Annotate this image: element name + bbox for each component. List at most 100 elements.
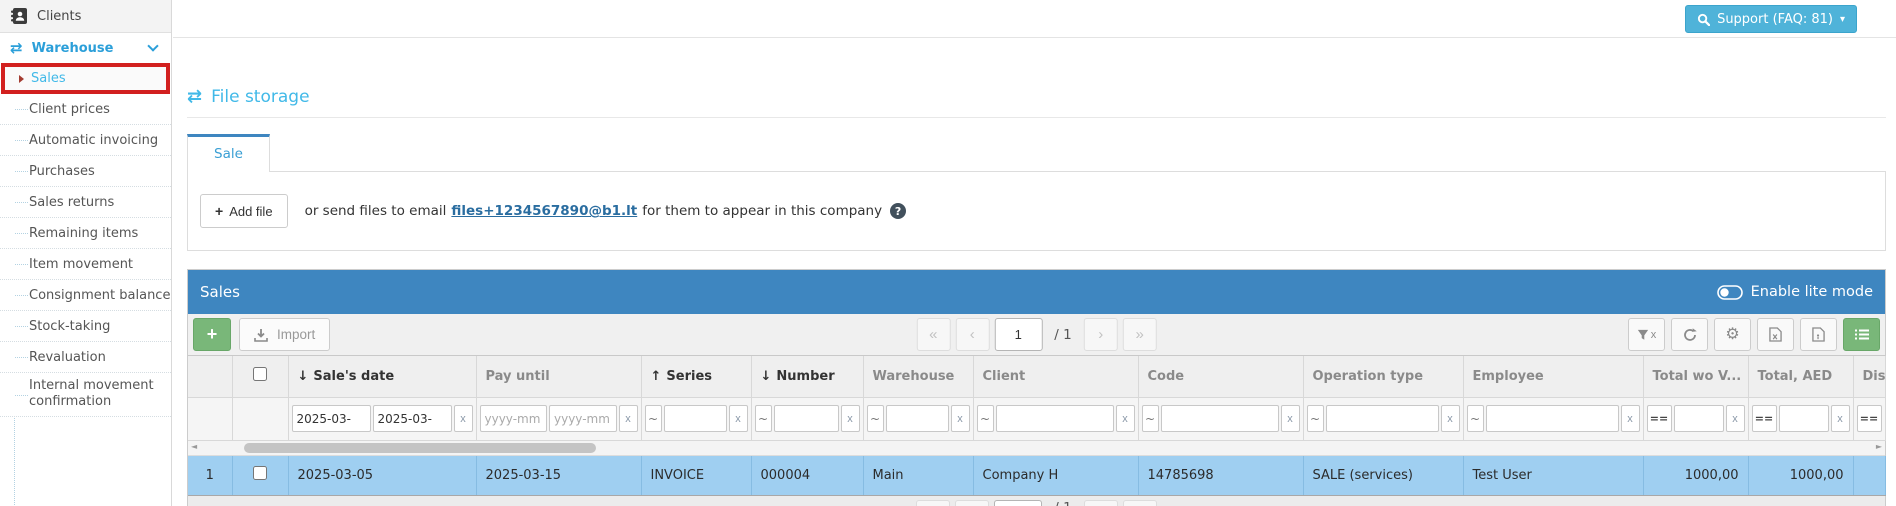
- refresh-button[interactable]: [1671, 318, 1708, 351]
- col-total-aed[interactable]: Total, AED: [1748, 356, 1853, 397]
- col-employee[interactable]: Employee: [1463, 356, 1643, 397]
- number-filter-input[interactable]: [774, 405, 839, 432]
- import-button[interactable]: Import: [239, 318, 330, 351]
- code-filter-input[interactable]: [1161, 405, 1279, 432]
- last-page-button[interactable]: »: [1123, 318, 1157, 351]
- total-aed-filter-input[interactable]: [1779, 405, 1829, 432]
- clear-filter-button[interactable]: x: [1831, 405, 1850, 432]
- cell-sales-date[interactable]: 2025-03-05: [288, 456, 476, 496]
- page-number-input[interactable]: [994, 318, 1042, 351]
- sidebar-item-revaluation[interactable]: Revaluation: [0, 342, 171, 373]
- sales-date-to-input[interactable]: [373, 405, 452, 432]
- settings-button[interactable]: ⚙: [1714, 318, 1751, 351]
- clear-filter-button[interactable]: x: [729, 405, 748, 432]
- col-pay-until[interactable]: Pay until: [476, 356, 641, 397]
- total-wo-vat-filter-input[interactable]: [1674, 405, 1724, 432]
- sidebar-item-purchases[interactable]: Purchases: [0, 156, 171, 187]
- sidebar-item-internal-movement-confirmation[interactable]: Internal movement confirmation: [0, 373, 171, 417]
- sidebar-item-remaining-items[interactable]: Remaining items: [0, 218, 171, 249]
- client-filter-input[interactable]: [996, 405, 1114, 432]
- clear-filter-button[interactable]: x: [1116, 405, 1135, 432]
- col-series[interactable]: ↑Series: [641, 356, 751, 397]
- enable-lite-mode-toggle[interactable]: Enable lite mode: [1717, 284, 1873, 300]
- first-page-button[interactable]: «: [916, 500, 950, 506]
- equals-operator[interactable]: ==: [1857, 405, 1882, 432]
- list-view-button[interactable]: [1843, 318, 1880, 351]
- sidebar-item-sales-returns[interactable]: Sales returns: [0, 187, 171, 218]
- support-button[interactable]: Support (FAQ: 81) ▾: [1685, 5, 1857, 33]
- col-operation-type[interactable]: Operation type: [1303, 356, 1463, 397]
- sales-date-from-input[interactable]: [292, 405, 371, 432]
- next-page-button[interactable]: ›: [1084, 318, 1118, 351]
- col-warehouse[interactable]: Warehouse: [863, 356, 973, 397]
- clear-filter-button[interactable]: x: [841, 405, 860, 432]
- sidebar-item-item-movement[interactable]: Item movement: [0, 249, 171, 280]
- contains-operator[interactable]: ~: [1142, 405, 1159, 432]
- select-all-checkbox[interactable]: [253, 367, 267, 381]
- employee-filter-input[interactable]: [1486, 405, 1619, 432]
- cell-warehouse[interactable]: Main: [863, 456, 973, 496]
- series-filter-input[interactable]: [664, 405, 727, 432]
- first-page-button[interactable]: «: [916, 318, 950, 351]
- cell-series[interactable]: INVOICE: [641, 456, 751, 496]
- add-sale-button[interactable]: +: [193, 318, 231, 351]
- clear-filter-button[interactable]: x: [1726, 405, 1745, 432]
- contains-operator[interactable]: ~: [1467, 405, 1484, 432]
- sidebar-item-stock-taking[interactable]: Stock-taking: [0, 311, 171, 342]
- page-number-input[interactable]: [994, 500, 1042, 506]
- sidebar-item-consignment-balance[interactable]: Consignment balance: [0, 280, 171, 311]
- contains-operator[interactable]: ~: [755, 405, 772, 432]
- row-checkbox[interactable]: [253, 466, 267, 480]
- prev-page-button[interactable]: ‹: [955, 500, 989, 506]
- contains-operator[interactable]: ~: [1307, 405, 1324, 432]
- next-page-button[interactable]: ›: [1084, 500, 1118, 506]
- clear-filter-button[interactable]: x: [1441, 405, 1460, 432]
- prev-page-button[interactable]: ‹: [955, 318, 989, 351]
- sidebar-item-client-prices[interactable]: Client prices: [0, 94, 171, 125]
- cell-number[interactable]: 000004: [751, 456, 863, 496]
- scroll-right-icon[interactable]: ►: [1876, 442, 1882, 451]
- sidebar-item-warehouse[interactable]: ⇄ Warehouse: [0, 33, 171, 63]
- cell-client[interactable]: Company H: [973, 456, 1138, 496]
- warehouse-filter-input[interactable]: [886, 405, 949, 432]
- export-excel-button[interactable]: [1757, 318, 1794, 351]
- cell-discount[interactable]: [1853, 456, 1885, 496]
- cell-pay-until[interactable]: 2025-03-15: [476, 456, 641, 496]
- export-file-button[interactable]: [1800, 318, 1837, 351]
- horizontal-scrollbar[interactable]: ◄ ►: [188, 441, 1885, 456]
- last-page-button[interactable]: »: [1123, 500, 1157, 506]
- cell-total-wo-vat[interactable]: 1000,00: [1643, 456, 1748, 496]
- sidebar-item-automatic-invoicing[interactable]: Automatic invoicing: [0, 125, 171, 156]
- clear-filter-button[interactable]: x: [951, 405, 970, 432]
- col-sales-date[interactable]: ↓Sale's date: [288, 356, 476, 397]
- clear-filters-button[interactable]: x: [1628, 318, 1665, 351]
- equals-operator[interactable]: ==: [1647, 405, 1672, 432]
- scrollbar-thumb[interactable]: [244, 443, 596, 453]
- scroll-left-icon[interactable]: ◄: [191, 442, 197, 451]
- contains-operator[interactable]: ~: [645, 405, 662, 432]
- cell-total-aed[interactable]: 1000,00: [1748, 456, 1853, 496]
- cell-operation-type[interactable]: SALE (services): [1303, 456, 1463, 496]
- clear-filter-button[interactable]: x: [454, 405, 473, 432]
- col-discount[interactable]: Dis: [1853, 356, 1885, 397]
- cell-code[interactable]: 14785698: [1138, 456, 1303, 496]
- operation-type-filter-input[interactable]: [1326, 405, 1439, 432]
- cell-employee[interactable]: Test User: [1463, 456, 1643, 496]
- col-number[interactable]: ↓Number: [751, 356, 863, 397]
- add-file-button[interactable]: + Add file: [200, 194, 288, 228]
- clear-filter-button[interactable]: x: [1621, 405, 1640, 432]
- sidebar-item-clients[interactable]: Clients: [0, 0, 171, 33]
- contains-operator[interactable]: ~: [977, 405, 994, 432]
- question-circle-icon[interactable]: ?: [890, 203, 906, 219]
- col-code[interactable]: Code: [1138, 356, 1303, 397]
- col-client[interactable]: Client: [973, 356, 1138, 397]
- clear-filter-button[interactable]: x: [619, 405, 638, 432]
- equals-operator[interactable]: ==: [1752, 405, 1777, 432]
- tab-sale[interactable]: Sale: [187, 134, 270, 172]
- clear-filter-button[interactable]: x: [1281, 405, 1300, 432]
- table-row[interactable]: 1 2025-03-05 2025-03-15 INVOICE 000004 M…: [188, 456, 1885, 496]
- sidebar-item-sales[interactable]: Sales: [1, 63, 170, 94]
- col-total-wo-vat[interactable]: Total wo V...: [1643, 356, 1748, 397]
- email-link[interactable]: files+1234567890@b1.lt: [451, 203, 637, 219]
- contains-operator[interactable]: ~: [867, 405, 884, 432]
